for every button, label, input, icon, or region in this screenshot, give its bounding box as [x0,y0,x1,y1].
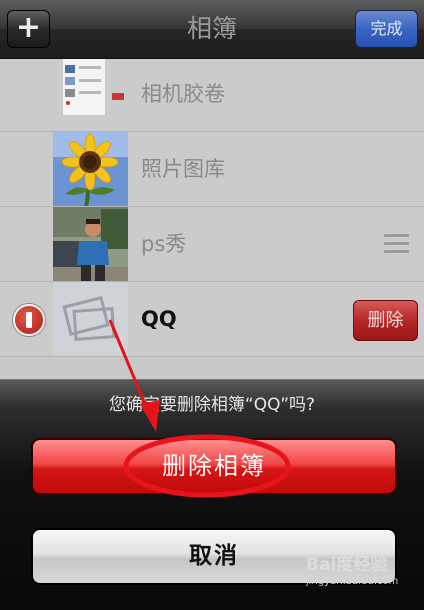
album-row[interactable]: ps秀 [0,207,424,282]
watermark-logo: Bai度经验 [306,555,388,575]
album-row[interactable]: 相机胶卷 [0,59,424,132]
watermark-url: jingyan.baidu.com [306,576,399,587]
confirm-question: 您确定要删除相簿“QQ”吗? [108,395,316,415]
row-delete-button[interactable]: 删除 [353,300,418,341]
delete-minus-icon[interactable] [13,304,45,336]
album-list: 相机胶卷 照片图库 ps秀 QQ 删除 [0,59,424,379]
album-name: ps秀 [141,232,187,256]
album-name: QQ [141,307,177,331]
album-thumbnail [53,207,128,281]
delete-album-button[interactable]: 删除相簿 [31,438,397,495]
album-name: 照片图库 [141,157,225,181]
album-placeholder-thumbnail [53,282,128,356]
album-row-qq[interactable]: QQ 删除 [0,282,424,357]
baidu-watermark: Bai度经验 jingyan.baidu.com [306,555,418,589]
album-thumbnail [53,59,128,131]
done-button[interactable]: 完成 [355,10,418,48]
album-name: 相机胶卷 [141,82,225,106]
album-thumbnail [53,132,128,206]
album-row[interactable]: 照片图库 [0,132,424,207]
reorder-handle-icon[interactable] [384,234,409,254]
navigation-bar: + 相簿 完成 [0,0,424,59]
